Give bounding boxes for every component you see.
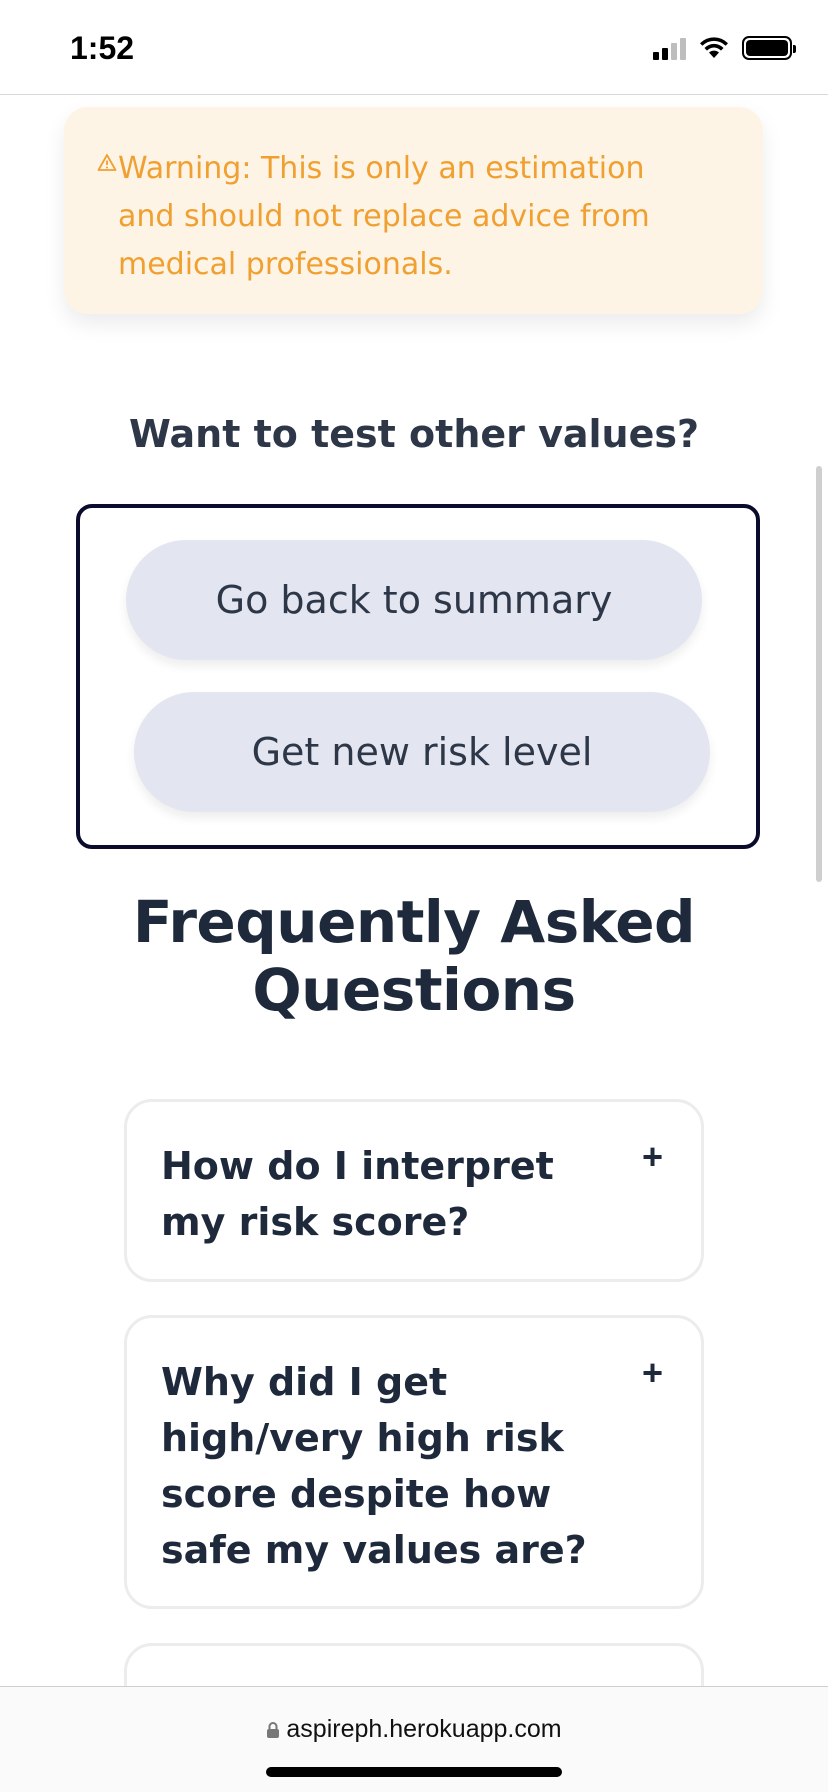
- expand-plus-icon[interactable]: +: [642, 1136, 663, 1178]
- faq-item[interactable]: How do I interpret my risk score? +: [124, 1099, 704, 1282]
- lock-icon: [267, 1721, 280, 1738]
- warning-triangle-icon: [97, 154, 117, 171]
- url-row[interactable]: aspireph.herokuapp.com: [0, 1715, 828, 1744]
- get-new-risk-level-button[interactable]: Get new risk level: [134, 692, 710, 812]
- home-indicator[interactable]: [266, 1767, 562, 1777]
- battery-icon: [742, 36, 796, 60]
- wifi-icon: [700, 37, 728, 58]
- signal-icon: [653, 36, 686, 60]
- warning-card: Warning: This is only an estimation and …: [64, 107, 763, 314]
- scrollbar[interactable]: [816, 466, 822, 882]
- url-text: aspireph.herokuapp.com: [286, 1715, 562, 1743]
- status-bar: 1:52: [0, 0, 828, 95]
- status-time: 1:52: [70, 30, 135, 66]
- faq-question: Why did I get high/very high risk score …: [161, 1360, 587, 1572]
- go-back-to-summary-button[interactable]: Go back to summary: [126, 540, 702, 660]
- button-group: Go back to summary Get new risk level: [76, 504, 760, 849]
- expand-plus-icon[interactable]: +: [642, 1352, 663, 1394]
- faq-question: How do I interpret my risk score?: [161, 1144, 554, 1244]
- warning-text: Warning: This is only an estimation and …: [118, 151, 650, 282]
- faq-heading: Frequently Asked Questions: [132, 888, 696, 1024]
- status-icons: [653, 36, 796, 60]
- faq-item[interactable]: Why did I get high/very high risk score …: [124, 1315, 704, 1609]
- test-values-heading: Want to test other values?: [128, 412, 700, 456]
